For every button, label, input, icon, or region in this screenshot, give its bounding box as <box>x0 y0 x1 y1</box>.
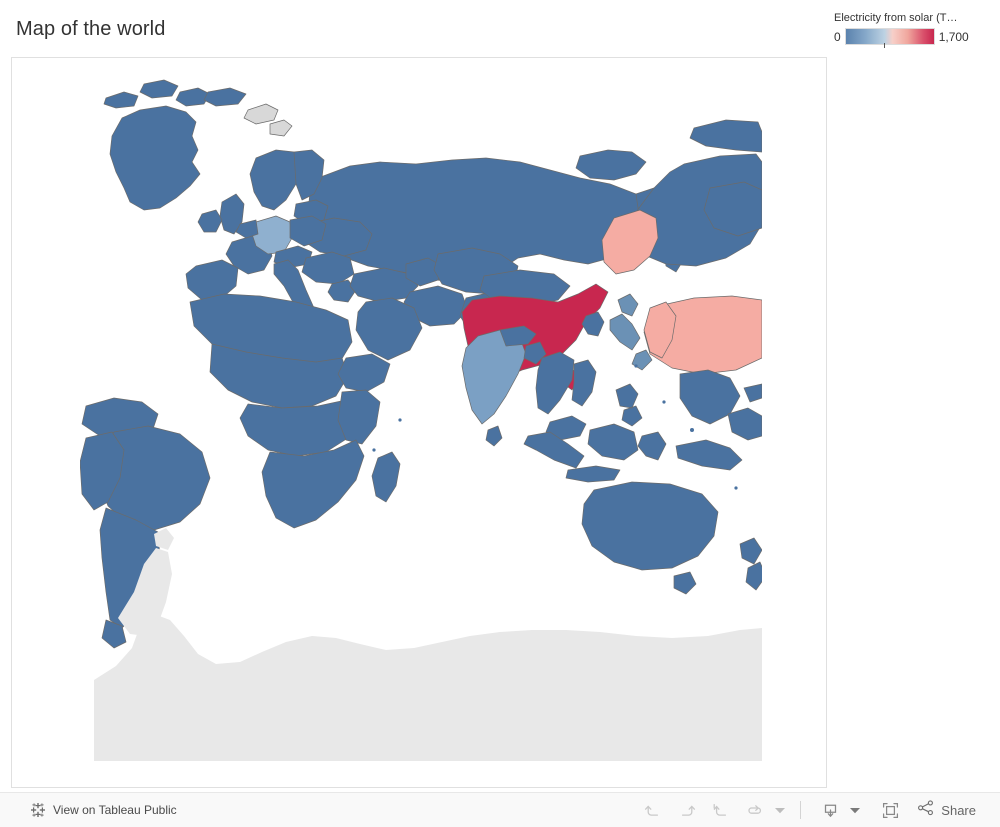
region-myanmar-thai <box>535 351 575 415</box>
region-caribbean <box>743 383 762 403</box>
redo-icon <box>678 801 696 819</box>
page-title: Map of the world <box>16 18 166 40</box>
region-balkans <box>301 251 355 285</box>
refresh-icon <box>746 801 764 819</box>
revert-icon <box>712 801 730 819</box>
region-horn-africa <box>337 353 391 393</box>
view-on-tableau-public-link[interactable]: View on Tableau Public <box>30 802 177 818</box>
region-svalbard-2 <box>269 119 293 137</box>
region-vietnam <box>571 359 597 407</box>
region-madagascar <box>371 451 401 503</box>
region-island-dot-b <box>662 400 666 404</box>
legend-tick-marker <box>884 43 886 48</box>
share-icon <box>917 799 935 822</box>
region-antarctica <box>94 614 762 761</box>
pause-updates-caret[interactable] <box>772 795 788 825</box>
region-new-zealand <box>739 537 762 591</box>
region-island-dot-f <box>734 486 738 490</box>
legend-title: Electricity from solar (T… <box>834 12 958 24</box>
color-legend: Electricity from solar (T… 0 1,700 <box>824 12 996 48</box>
region-tasmania <box>673 571 697 595</box>
refresh-button[interactable] <box>738 795 772 825</box>
region-java <box>565 465 621 483</box>
fullscreen-icon <box>881 801 900 820</box>
legend-scale: 0 1,700 <box>824 28 996 48</box>
region-canada-arctic <box>689 119 762 153</box>
region-arctic-isle-a <box>103 91 139 109</box>
fullscreen-button[interactable] <box>873 795 907 825</box>
bottom-toolbar: View on Tableau Public Share <box>0 792 1000 827</box>
region-island-dot-d <box>398 418 402 422</box>
legend-min-value: 0 <box>834 29 841 44</box>
chevron-down-icon <box>850 801 861 819</box>
region-siberia-far <box>575 149 647 181</box>
region-srilanka <box>485 425 503 447</box>
legend-max-value: 1,700 <box>938 29 969 44</box>
region-iceland-n <box>203 87 247 107</box>
toolbar-separator <box>800 801 802 819</box>
revert-button[interactable] <box>704 795 738 825</box>
region-borneo <box>587 423 639 461</box>
share-button[interactable]: Share <box>907 799 982 822</box>
region-ireland <box>197 209 223 233</box>
region-svalbard <box>243 103 279 125</box>
redo-button[interactable] <box>670 795 704 825</box>
tableau-viz-container: Map of the world Electricity from solar … <box>0 0 1000 827</box>
region-sumatra <box>523 431 585 469</box>
toolbar-actions: Share <box>636 795 982 825</box>
region-island-dot-e <box>372 448 376 452</box>
tableau-logo-icon <box>30 802 46 818</box>
region-new-guinea <box>675 439 743 471</box>
world-map[interactable] <box>80 58 762 761</box>
region-australia <box>581 481 719 571</box>
share-label: Share <box>941 802 976 818</box>
undo-icon <box>644 801 662 819</box>
region-philippines <box>615 383 643 427</box>
download-caret[interactable] <box>847 795 863 825</box>
map-frame[interactable]: © 2024 Mapbox © OpenStreetMap <box>11 57 827 788</box>
region-arctic-isle-b <box>139 79 179 99</box>
download-icon <box>821 801 840 820</box>
region-arabia <box>355 297 423 361</box>
region-greenland <box>109 105 201 211</box>
region-island-dot-c <box>634 364 638 368</box>
chevron-down-icon <box>775 801 786 819</box>
legend-gradient-bar <box>844 28 935 48</box>
region-island-dot-a <box>690 428 694 432</box>
view-on-tableau-public-label: View on Tableau Public <box>53 803 177 817</box>
undo-button[interactable] <box>636 795 670 825</box>
region-east-africa <box>337 389 381 445</box>
download-button[interactable] <box>813 795 847 825</box>
region-sulawesi <box>637 431 667 461</box>
region-arctic-isle-c <box>175 87 211 107</box>
region-central-america <box>727 407 762 441</box>
